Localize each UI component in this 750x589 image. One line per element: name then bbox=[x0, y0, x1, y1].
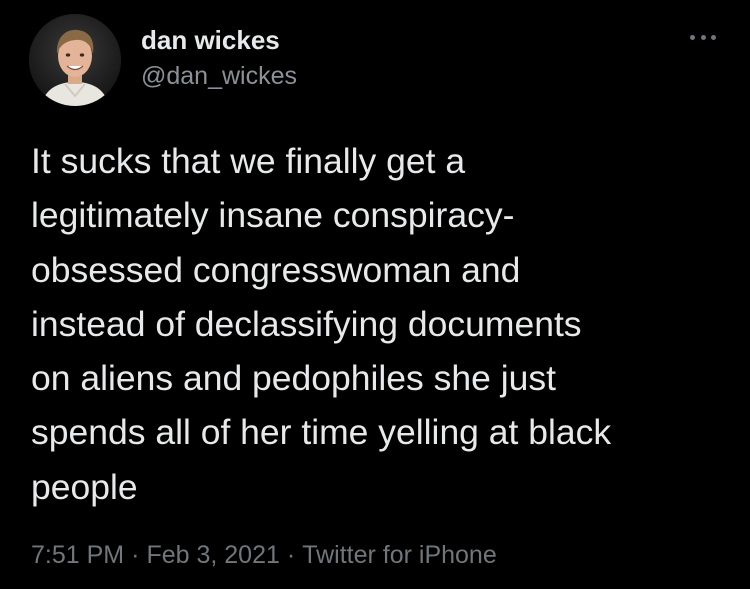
user-info: dan wickes @dan_wickes bbox=[141, 24, 297, 92]
display-name[interactable]: dan wickes bbox=[141, 24, 297, 56]
tweet-metadata: 7:51 PM · Feb 3, 2021 · Twitter for iPhone bbox=[31, 537, 497, 573]
avatar[interactable] bbox=[29, 14, 121, 106]
separator: · bbox=[131, 541, 140, 569]
more-dot bbox=[690, 34, 695, 40]
tweet-time[interactable]: 7:51 PM bbox=[31, 541, 124, 569]
more-dot bbox=[700, 34, 706, 40]
tweet-text-line: people bbox=[31, 466, 138, 507]
tweet-text-line: on aliens and pedophiles she just bbox=[31, 358, 556, 399]
tweet-source[interactable]: Twitter for iPhone bbox=[302, 541, 497, 569]
tweet-text-line: instead of declassifying documents bbox=[31, 303, 582, 344]
tweet-text-line: It sucks that we finally get a bbox=[31, 141, 466, 181]
tweet: dan wickes @dan_wickes It sucks that we … bbox=[0, 0, 750, 589]
user-handle[interactable]: @dan_wickes bbox=[141, 60, 297, 92]
tweet-text-line: obsessed congresswoman and bbox=[31, 249, 521, 290]
more-options-icon[interactable] bbox=[690, 32, 716, 42]
separator: · bbox=[286, 541, 296, 569]
avatar-image bbox=[29, 14, 121, 106]
more-dot bbox=[711, 34, 716, 40]
tweet-text-line: legitimately insane conspiracy- bbox=[31, 195, 515, 236]
tweet-text-line: spends all of her time yelling at black bbox=[31, 412, 612, 453]
tweet-date[interactable]: Feb 3, 2021 bbox=[146, 541, 279, 569]
tweet-text: It sucks that we finally get a legitimat… bbox=[31, 134, 731, 514]
